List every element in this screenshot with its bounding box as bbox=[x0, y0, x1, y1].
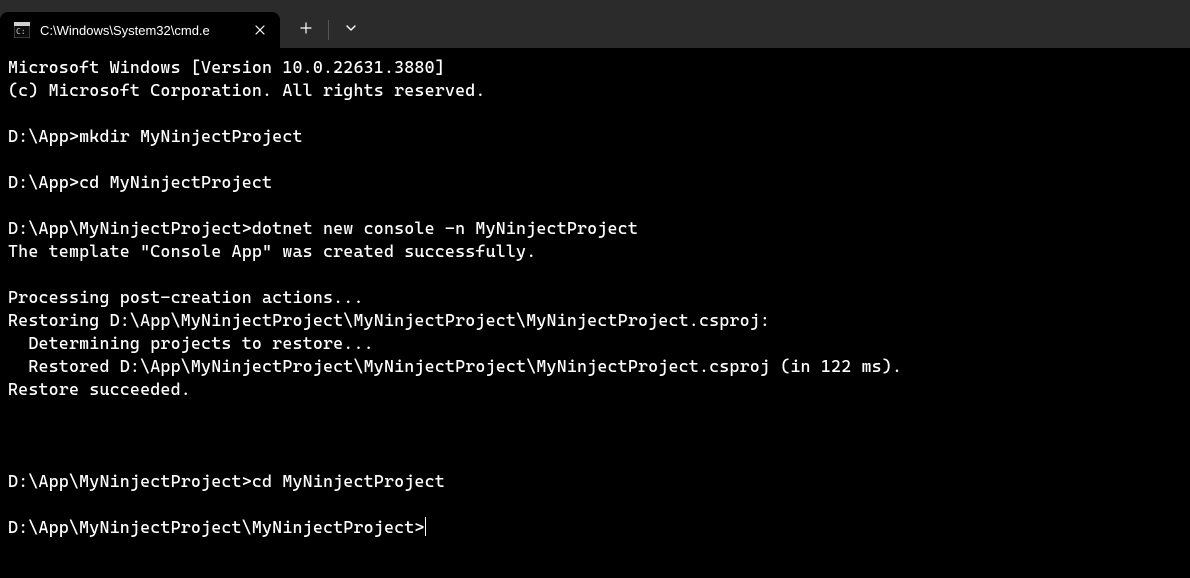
divider bbox=[328, 20, 329, 40]
terminal-output[interactable]: Microsoft Windows [Version 10.0.22631.38… bbox=[0, 48, 1190, 547]
titlebar: C: C:\Windows\System32\cmd.e bbox=[0, 0, 1190, 48]
new-tab-button[interactable] bbox=[286, 10, 326, 46]
tab-close-button[interactable] bbox=[250, 20, 270, 40]
cmd-icon: C: bbox=[14, 22, 30, 38]
titlebar-actions bbox=[286, 0, 371, 48]
cursor bbox=[425, 517, 426, 536]
tab-cmd[interactable]: C: C:\Windows\System32\cmd.e bbox=[0, 12, 280, 48]
tab-title: C:\Windows\System32\cmd.e bbox=[40, 23, 250, 38]
svg-text:C:: C: bbox=[16, 27, 26, 36]
terminal-lines: Microsoft Windows [Version 10.0.22631.38… bbox=[8, 57, 902, 491]
tab-dropdown-button[interactable] bbox=[331, 10, 371, 46]
terminal-prompt: D:\App\MyNinjectProject\MyNinjectProject… bbox=[8, 517, 425, 537]
